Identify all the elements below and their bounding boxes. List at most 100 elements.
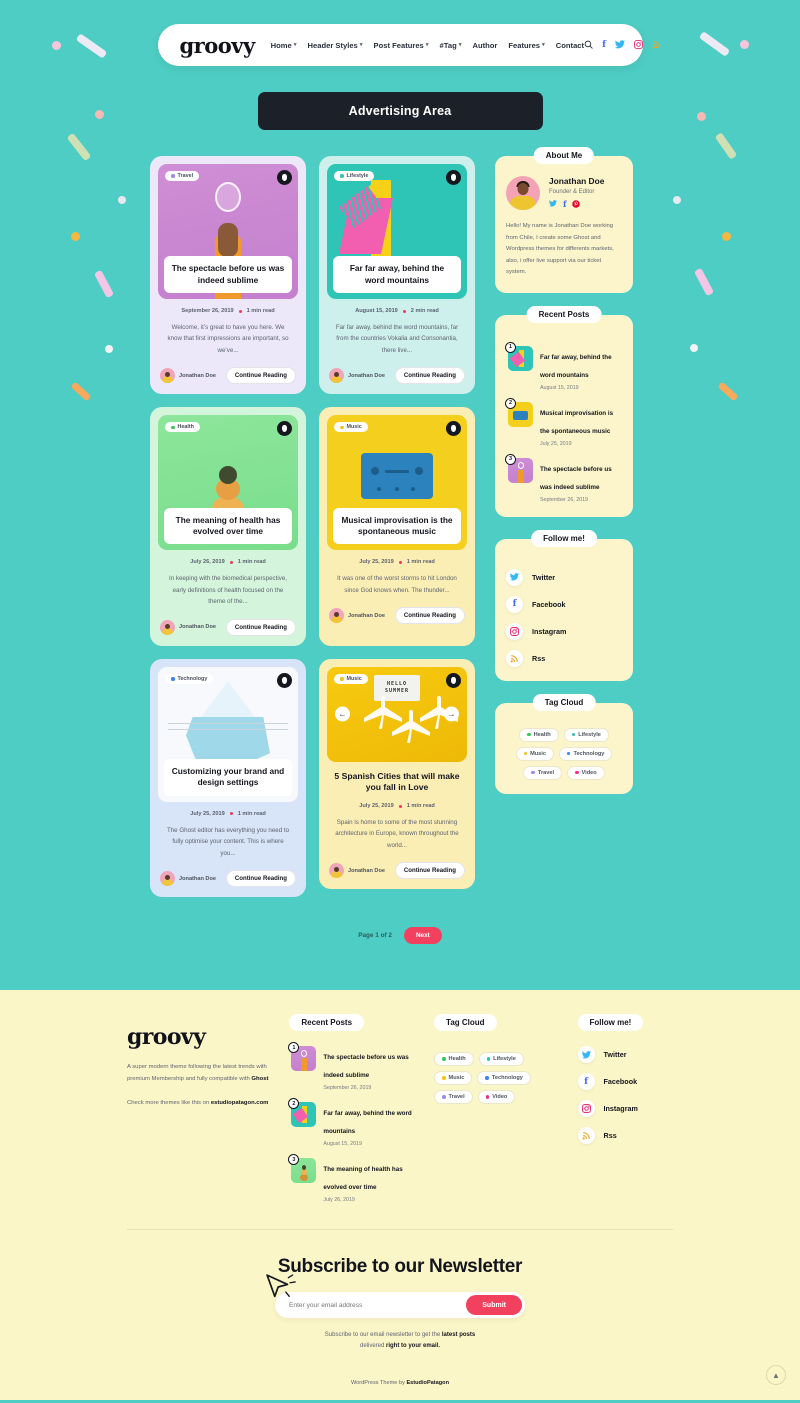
continue-reading-button[interactable]: Continue Reading bbox=[394, 862, 465, 880]
post-tag[interactable]: Lifestyle bbox=[334, 171, 375, 181]
facebook-icon[interactable]: f bbox=[563, 200, 566, 210]
post-author[interactable]: Jonathan Doe bbox=[329, 863, 385, 879]
twitter-icon[interactable] bbox=[549, 200, 557, 210]
post-author[interactable]: Jonathan Doe bbox=[329, 368, 385, 384]
post-title[interactable]: The spectacle before us was indeed subli… bbox=[164, 256, 292, 293]
play-icon[interactable] bbox=[446, 672, 461, 688]
tag-chip-video[interactable]: Video bbox=[567, 765, 605, 780]
post-card[interactable]: Lifestyle Far far away, behind the word … bbox=[319, 156, 475, 395]
play-icon[interactable] bbox=[277, 170, 292, 185]
post-title[interactable]: The meaning of health has evolved over t… bbox=[164, 507, 292, 545]
newsletter-form: Submit bbox=[275, 1292, 525, 1319]
play-icon[interactable] bbox=[446, 170, 461, 185]
continue-reading-button[interactable]: Continue Reading bbox=[225, 870, 296, 888]
newsletter-note-bold-2: right to your email. bbox=[386, 1343, 441, 1350]
follow-item-facebook[interactable]: f Facebook bbox=[506, 595, 622, 613]
confetti-dot bbox=[690, 344, 698, 352]
nav-item-features[interactable]: Features ▾ bbox=[508, 41, 544, 50]
follow-item-rss[interactable]: Rss bbox=[506, 649, 622, 667]
tag-chip-lifestyle[interactable]: Lifestyle bbox=[563, 727, 609, 742]
pagination: Page 1 of 2 Next bbox=[0, 927, 800, 990]
nav-label: Contact bbox=[555, 40, 585, 50]
submit-button[interactable]: Submit bbox=[466, 1295, 522, 1316]
recent-post-item[interactable]: 3 The meaning of health has evolved over… bbox=[288, 1154, 426, 1203]
recent-post-item[interactable]: 3 The spectacle before us was indeed sub… bbox=[505, 453, 622, 503]
slider-prev-button[interactable]: ← bbox=[335, 706, 350, 722]
post-title[interactable]: Musical improvisation is the spontaneous… bbox=[333, 507, 461, 545]
post-excerpt: The Ghost editor has everything you need… bbox=[166, 826, 290, 857]
nav-item-tag[interactable]: #Tag ▾ bbox=[440, 41, 462, 50]
tag-chip-lifestyle[interactable]: Lifestyle bbox=[478, 1052, 524, 1067]
post-card[interactable]: Technology Customizing your brand and de… bbox=[150, 658, 306, 898]
continue-reading-button[interactable]: Continue Reading bbox=[394, 607, 465, 625]
post-card[interactable]: HELLO SUMMER Music ← → 5 Spanish Cities … bbox=[319, 658, 475, 890]
nav-item-header-styles[interactable]: Header Styles ▾ bbox=[308, 41, 363, 50]
tag-chip-technology[interactable]: Technology bbox=[477, 1071, 531, 1086]
site-logo[interactable]: groovy bbox=[180, 35, 256, 56]
post-excerpt: Spain is home to some of the most stunni… bbox=[335, 819, 459, 849]
recent-post-item[interactable]: 1 The spectacle before us was indeed sub… bbox=[288, 1042, 426, 1091]
post-tag[interactable]: Travel bbox=[165, 171, 200, 181]
post-author[interactable]: Jonathan Doe bbox=[329, 608, 385, 624]
recent-post-item[interactable]: 1 Far far away, behind the word mountain… bbox=[505, 341, 622, 391]
post-tag-label: Lifestyle bbox=[346, 173, 369, 179]
tag-chip-video[interactable]: Video bbox=[477, 1090, 516, 1105]
search-icon[interactable] bbox=[584, 40, 593, 51]
pinterest-icon[interactable] bbox=[572, 200, 581, 210]
nav-item-author[interactable]: Author bbox=[472, 41, 497, 50]
rss-icon[interactable] bbox=[652, 40, 661, 51]
avatar bbox=[329, 368, 344, 384]
post-card[interactable]: Health The meaning of health has evolved… bbox=[150, 407, 306, 646]
post-title[interactable]: Far far away, behind the word mountains bbox=[333, 256, 461, 293]
recent-post-item[interactable]: 2 Musical improvisation is the spontaneo… bbox=[505, 397, 622, 447]
follow-label: Facebook bbox=[532, 599, 566, 609]
post-tag[interactable]: Music bbox=[334, 422, 368, 433]
tag-chip-music[interactable]: Music bbox=[434, 1071, 473, 1086]
newsletter-note-2: delivered bbox=[359, 1343, 386, 1350]
continue-reading-button[interactable]: Continue Reading bbox=[225, 618, 296, 636]
slider-next-button[interactable]: → bbox=[444, 706, 459, 722]
tag-chip-travel[interactable]: Travel bbox=[434, 1090, 473, 1105]
email-input[interactable] bbox=[289, 1301, 467, 1309]
follow-item-rss[interactable]: Rss bbox=[577, 1127, 673, 1145]
post-card[interactable]: Travel The spectacle before us was indee… bbox=[150, 156, 306, 395]
recent-post-date: July 25, 2019 bbox=[540, 440, 572, 447]
tag-chip-technology[interactable]: Technology bbox=[558, 746, 613, 761]
facebook-icon[interactable]: f bbox=[602, 40, 606, 50]
post-tag[interactable]: Technology bbox=[165, 673, 214, 684]
continue-reading-button[interactable]: Continue Reading bbox=[394, 367, 465, 385]
instagram-icon[interactable] bbox=[634, 39, 643, 51]
follow-item-twitter[interactable]: Twitter bbox=[577, 1046, 673, 1064]
play-icon[interactable] bbox=[277, 672, 292, 688]
twitter-icon[interactable] bbox=[614, 39, 625, 51]
follow-item-facebook[interactable]: f Facebook bbox=[577, 1073, 673, 1091]
post-title[interactable]: 5 Spanish Cities that will make you fall… bbox=[333, 771, 461, 794]
post-author[interactable]: Jonathan Doe bbox=[160, 619, 216, 635]
tag-chip-travel[interactable]: Travel bbox=[523, 765, 563, 780]
post-tag[interactable]: Health bbox=[165, 422, 200, 433]
widget-follow-me: Follow me! Twitter f Facebook Instagram … bbox=[495, 529, 633, 681]
recent-post-number: 3 bbox=[505, 453, 516, 465]
post-card[interactable]: Music Musical improvisation is the spont… bbox=[319, 407, 475, 646]
follow-item-instagram[interactable]: Instagram bbox=[577, 1100, 673, 1118]
footer-desc-link[interactable]: estudiopatagon.com bbox=[211, 1100, 269, 1106]
continue-reading-button[interactable]: Continue Reading bbox=[225, 367, 296, 385]
footer-logo[interactable]: groovy bbox=[127, 1024, 281, 1050]
nav-item-contact[interactable]: Contact bbox=[556, 41, 584, 50]
recent-post-item[interactable]: 2 Far far away, behind the word mountain… bbox=[288, 1098, 426, 1147]
post-excerpt: In keeping with the biomedical perspecti… bbox=[169, 575, 287, 606]
tag-chip-health[interactable]: Health bbox=[434, 1052, 474, 1067]
tag-chip-music[interactable]: Music bbox=[515, 746, 554, 761]
tag-chip-health[interactable]: Health bbox=[519, 727, 559, 742]
copyright-link[interactable]: EstudioPatagon bbox=[406, 1380, 449, 1386]
nav-item-post-features[interactable]: Post Features ▾ bbox=[374, 41, 429, 50]
next-page-button[interactable]: Next bbox=[403, 927, 442, 945]
post-date: July 25, 2019 bbox=[190, 810, 225, 817]
follow-item-twitter[interactable]: Twitter bbox=[506, 568, 622, 586]
post-author[interactable]: Jonathan Doe bbox=[160, 871, 216, 887]
post-author[interactable]: Jonathan Doe bbox=[160, 368, 216, 384]
nav-item-home[interactable]: Home ▾ bbox=[271, 41, 297, 50]
follow-item-instagram[interactable]: Instagram bbox=[506, 622, 622, 640]
post-title[interactable]: Customizing your brand and design settin… bbox=[164, 758, 292, 796]
post-tag[interactable]: Music bbox=[334, 673, 368, 684]
